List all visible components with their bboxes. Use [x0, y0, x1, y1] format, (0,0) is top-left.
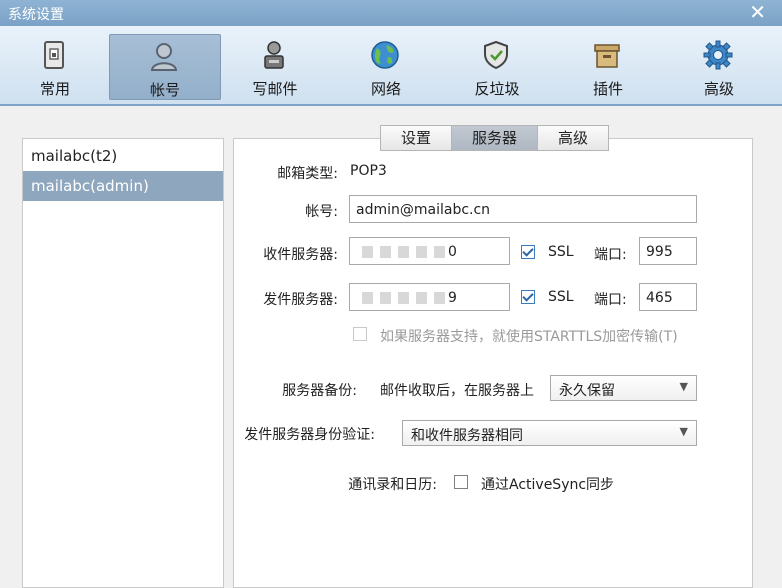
outgoing-server-field[interactable]: 9 — [349, 283, 510, 311]
server-backup-value: 永久保留 — [559, 383, 615, 399]
toolbar-label: 反垃圾 — [474, 80, 520, 98]
incoming-ssl-checkbox[interactable] — [521, 245, 535, 259]
account-icon — [150, 43, 178, 71]
contacts-calendar-label: 通讯录和日历: — [348, 477, 437, 493]
incoming-server-field[interactable]: 0 — [349, 237, 510, 265]
mailbox-type-value: POP3 — [350, 163, 387, 179]
starttls-checkbox[interactable] — [353, 327, 367, 341]
redacted-block — [362, 246, 373, 258]
account-list: mailabc(t2) mailabc(admin) — [22, 138, 224, 588]
account-item[interactable]: mailabc(t2) — [23, 141, 223, 171]
chevron-down-icon: ▼ — [679, 380, 688, 393]
redacted-block — [380, 292, 391, 304]
account-item-selected[interactable]: mailabc(admin) — [23, 171, 223, 201]
toolbar-antispam-button[interactable]: 反垃圾 — [442, 34, 552, 98]
toolbar-label: 高级 — [703, 80, 734, 98]
network-icon — [371, 41, 399, 69]
redacted-block — [416, 292, 427, 304]
toolbar: 常用 帐号 写邮件 网络 反垃圾 插件 高级 — [0, 26, 782, 106]
tab-server[interactable]: 服务器 — [451, 125, 539, 151]
redacted-block — [434, 292, 445, 304]
outgoing-port-field[interactable]: 465 — [639, 283, 697, 311]
incoming-port-field[interactable]: 995 — [639, 237, 697, 265]
outgoing-auth-label: 发件服务器身份验证: — [244, 427, 375, 443]
toolbar-plugin-button[interactable]: 插件 — [553, 34, 663, 98]
redacted-block — [416, 246, 427, 258]
toolbar-general-button[interactable]: 常用 — [0, 34, 110, 98]
settings-tabs: 设置 服务器 高级 — [380, 125, 610, 151]
redacted-block — [398, 292, 409, 304]
outgoing-ssl-label: SSL — [548, 289, 574, 305]
outgoing-server-label: 发件服务器: — [263, 292, 338, 308]
toolbar-network-button[interactable]: 网络 — [331, 34, 441, 98]
toolbar-label: 网络 — [370, 80, 401, 98]
toolbar-compose-button[interactable]: 写邮件 — [220, 34, 330, 98]
server-backup-label: 服务器备份: — [282, 383, 357, 399]
activesync-checkbox[interactable] — [454, 475, 468, 489]
incoming-server-label: 收件服务器: — [263, 247, 338, 263]
outgoing-auth-select[interactable]: 和收件服务器相同 ▼ — [402, 420, 697, 446]
toolbar-advanced-button[interactable]: 高级 — [664, 34, 774, 98]
compose-icon — [264, 41, 284, 69]
activesync-label: 通过ActiveSync同步 — [481, 477, 615, 493]
tab-advanced[interactable]: 高级 — [537, 125, 610, 151]
advanced-icon — [703, 40, 733, 70]
outgoing-server-value: 9 — [448, 290, 457, 306]
outgoing-ssl-checkbox[interactable] — [521, 290, 535, 304]
outgoing-port-label: 端口: — [594, 292, 627, 308]
incoming-ssl-label: SSL — [548, 244, 574, 260]
window-title: 系统设置 — [8, 7, 64, 23]
chevron-down-icon: ▼ — [679, 425, 688, 438]
server-backup-select[interactable]: 永久保留 ▼ — [550, 375, 697, 401]
title-bar: 系统设置 ✕ — [0, 0, 782, 26]
account-field[interactable]: admin@mailabc.cn — [349, 195, 697, 223]
account-label: 帐号: — [305, 204, 338, 220]
antispam-icon — [484, 40, 508, 70]
server-backup-text: 邮件收取后，在服务器上 — [380, 383, 534, 399]
toolbar-label: 帐号 — [149, 81, 180, 99]
plugin-icon — [594, 44, 620, 68]
redacted-block — [434, 246, 445, 258]
incoming-server-value: 0 — [448, 244, 457, 260]
tab-settings[interactable]: 设置 — [380, 125, 453, 151]
outgoing-auth-value: 和收件服务器相同 — [411, 428, 523, 444]
close-icon[interactable]: ✕ — [749, 1, 766, 23]
toolbar-label: 写邮件 — [252, 80, 298, 98]
general-icon — [44, 41, 64, 69]
starttls-label: 如果服务器支持，就使用STARTTLS加密传输(T) — [380, 329, 678, 345]
toolbar-account-button[interactable]: 帐号 — [109, 34, 221, 100]
redacted-block — [398, 246, 409, 258]
toolbar-label: 常用 — [39, 80, 70, 98]
redacted-block — [380, 246, 391, 258]
mailbox-type-label: 邮箱类型: — [277, 166, 338, 182]
toolbar-label: 插件 — [592, 80, 623, 98]
incoming-port-label: 端口: — [594, 247, 627, 263]
redacted-block — [362, 292, 373, 304]
